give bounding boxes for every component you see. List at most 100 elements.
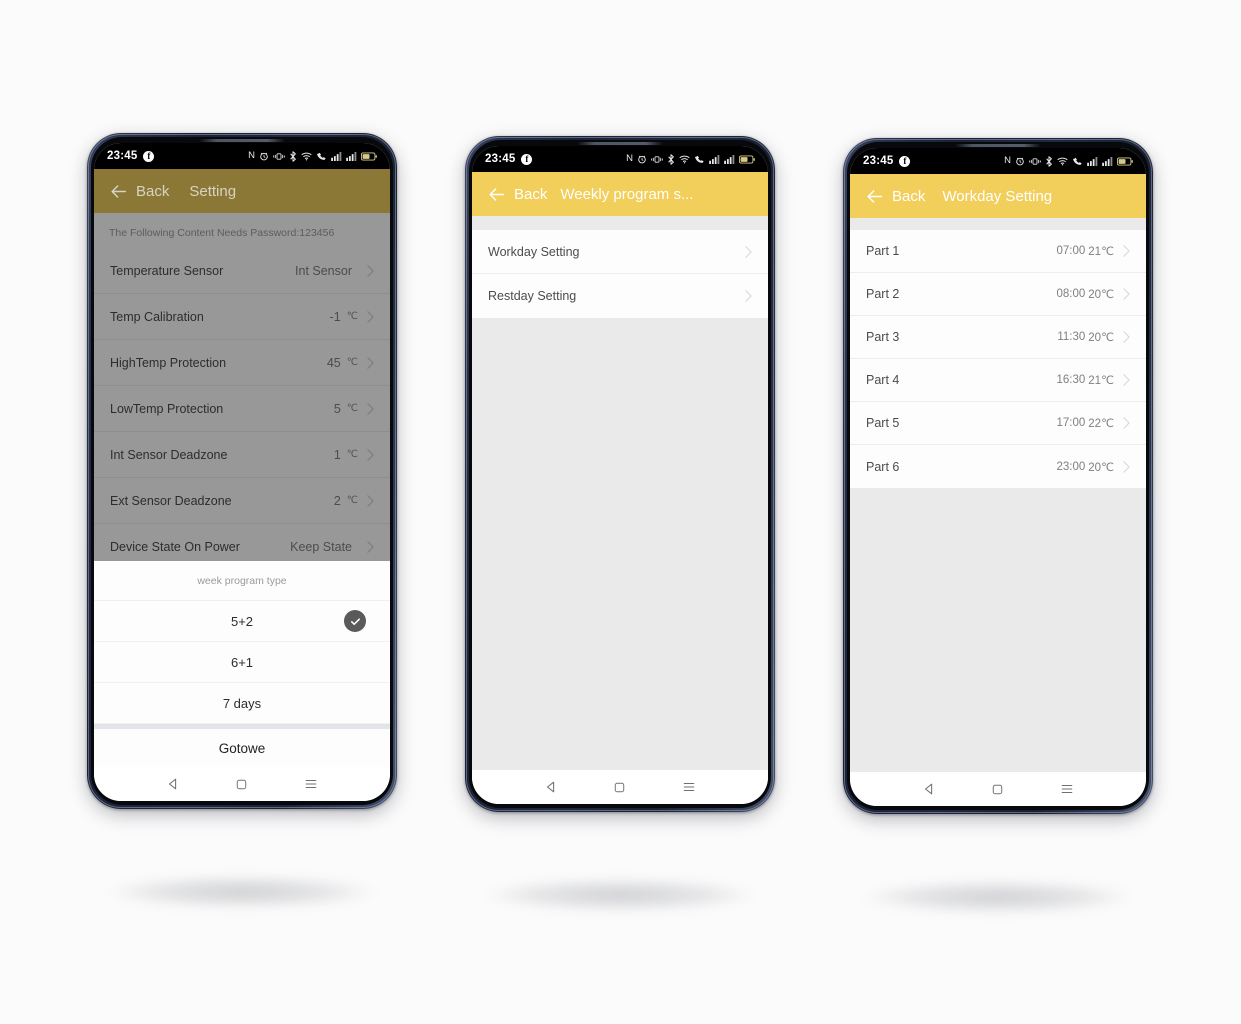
weekly-program-content: Workday Setting Restday Setting — [472, 216, 768, 770]
phone-drop-shadow — [485, 878, 755, 912]
nav-home-icon[interactable] — [235, 778, 248, 791]
missed-call-icon — [1073, 157, 1082, 165]
back-arrow-icon — [489, 187, 505, 201]
chevron-right-icon — [1123, 417, 1130, 429]
sheet-title: week program type — [94, 561, 390, 601]
missed-call-icon — [695, 155, 704, 163]
wifi-icon — [301, 152, 312, 160]
bluetooth-icon — [1046, 155, 1052, 167]
phone-bezel: 23:45 f N — [91, 137, 393, 805]
nav-home-icon[interactable] — [613, 781, 626, 794]
nav-back-icon[interactable] — [922, 782, 936, 796]
sheet-done-button[interactable]: Gotowe — [94, 729, 390, 767]
phone-screen: 23:45 f N — [94, 143, 390, 801]
phone-frame: 23:45 f N — [465, 136, 775, 812]
signal-bars-1-icon — [709, 154, 720, 164]
row-temp: 20℃ — [1088, 289, 1114, 301]
page-title: Setting — [189, 182, 237, 200]
list-item-restday-setting[interactable]: Restday Setting — [472, 274, 768, 318]
nav-home-icon[interactable] — [991, 783, 1004, 796]
earpiece-speaker — [577, 142, 663, 145]
nfc-icon: N — [248, 150, 255, 162]
earpiece-speaker — [199, 139, 285, 142]
status-time: 23:45 — [485, 153, 516, 165]
status-bar: 23:45 f N — [94, 143, 390, 169]
back-button[interactable]: Back — [866, 188, 925, 205]
alarm-icon — [638, 155, 646, 164]
row-label: Part 1 — [866, 244, 900, 258]
list-item-part-2[interactable]: Part 2 08:00 20℃ — [850, 273, 1146, 316]
chevron-right-icon — [1123, 460, 1130, 473]
workday-setting-content: Part 1 07:00 21℃ Part 2 08:00 20℃ Part 3… — [850, 218, 1146, 772]
sheet-option-7-days[interactable]: 7 days — [94, 683, 390, 724]
nav-back-icon[interactable] — [544, 780, 558, 794]
phone-bezel: 23:45 f N — [469, 140, 771, 808]
back-label: Back — [892, 187, 926, 205]
phone-drop-shadow — [107, 875, 377, 909]
facebook-icon: f — [143, 150, 155, 162]
vibrate-icon — [1029, 157, 1041, 165]
option-label: 6+1 — [230, 654, 254, 670]
chevron-right-icon — [1123, 288, 1130, 300]
back-button[interactable]: Back — [110, 183, 169, 200]
list-item-part-3[interactable]: Part 3 11:30 20℃ — [850, 316, 1146, 359]
chevron-right-icon — [745, 245, 752, 258]
row-label: Part 5 — [866, 416, 900, 430]
list-item-workday-setting[interactable]: Workday Setting — [472, 230, 768, 274]
sheet-option-5-2[interactable]: 5+2 — [94, 601, 390, 642]
status-time: 23:45 — [107, 150, 138, 162]
app-header: Back Weekly program s... — [472, 172, 768, 216]
phone-drop-shadow — [863, 880, 1133, 914]
sheet-option-6-1[interactable]: 6+1 — [94, 642, 390, 683]
back-arrow-icon — [867, 189, 883, 203]
app-header: Back Workday Setting — [850, 174, 1146, 218]
back-label: Back — [136, 182, 170, 200]
missed-call-icon — [317, 152, 326, 160]
status-bar-right: N — [248, 150, 377, 162]
row-temp: 20℃ — [1088, 332, 1114, 344]
nav-recents-icon[interactable] — [682, 780, 696, 794]
list-item-part-4[interactable]: Part 4 16:30 21℃ — [850, 359, 1146, 402]
row-time: 16:30 — [1056, 374, 1086, 386]
phone-bezel: 23:45 f N — [847, 142, 1149, 810]
earpiece-speaker — [955, 144, 1041, 147]
phone-screen: 23:45 f N — [472, 146, 768, 804]
list-item-part-5[interactable]: Part 5 17:00 22℃ — [850, 402, 1146, 445]
alarm-icon — [1016, 157, 1024, 166]
row-label: Restday Setting — [488, 289, 577, 303]
row-temp: 22℃ — [1088, 418, 1114, 430]
chevron-right-icon — [1123, 245, 1130, 257]
row-time: 17:00 — [1056, 417, 1086, 429]
list-item-part-6[interactable]: Part 6 23:00 20℃ — [850, 445, 1146, 488]
status-bar-left: 23:45 f — [863, 155, 911, 167]
row-temp: 21℃ — [1088, 375, 1114, 387]
nav-recents-icon[interactable] — [304, 777, 318, 791]
android-nav-bar — [850, 772, 1146, 806]
back-button[interactable]: Back — [488, 186, 547, 203]
row-temp: 20℃ — [1088, 461, 1114, 474]
signal-bars-2-icon — [724, 154, 735, 164]
phone-workday-setting: 23:45 f N Back Workday Setting Part 1 07… — [843, 138, 1153, 914]
app-header: Back Setting — [94, 169, 390, 213]
android-nav-bar — [472, 770, 768, 804]
wifi-icon — [1057, 157, 1068, 165]
nfc-icon: N — [626, 153, 633, 165]
phone-settings: 23:45 f N Back Setting The Following Con… — [87, 133, 397, 909]
signal-bars-2-icon — [1102, 156, 1113, 166]
row-time: 23:00 — [1056, 460, 1086, 473]
settings-content: The Following Content Needs Password:123… — [94, 213, 390, 767]
status-time: 23:45 — [863, 155, 894, 167]
week-program-type-sheet: week program type 5+2 6+1 7 days Gotowe — [94, 561, 390, 767]
list-item-part-1[interactable]: Part 1 07:00 21℃ — [850, 230, 1146, 273]
nav-recents-icon[interactable] — [1060, 782, 1074, 796]
row-label: Part 3 — [866, 330, 900, 344]
status-bar-right: N — [626, 153, 755, 165]
bluetooth-icon — [668, 153, 674, 165]
status-bar-left: 23:45 f — [107, 150, 155, 162]
nav-back-icon[interactable] — [166, 777, 180, 791]
parts-list: Part 1 07:00 21℃ Part 2 08:00 20℃ Part 3… — [850, 230, 1146, 488]
row-temp: 21℃ — [1088, 246, 1114, 258]
phone-weekly-program: 23:45 f N Back Weekly program s... Workd… — [465, 136, 775, 912]
phone-screen: 23:45 f N — [850, 148, 1146, 806]
weekly-program-list: Workday Setting Restday Setting — [472, 230, 768, 318]
